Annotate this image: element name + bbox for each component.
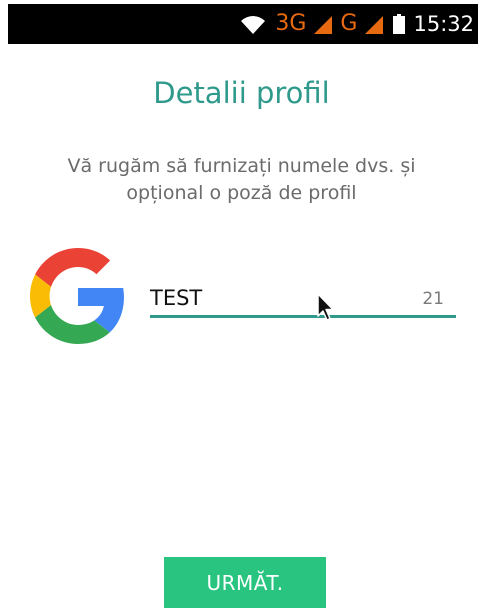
- page-title: Detalii profil: [153, 76, 330, 110]
- subtitle-line-1: Vă rugăm să furnizați numele dvs. și: [67, 155, 416, 177]
- signal-icon-2: [365, 16, 384, 34]
- next-button[interactable]: URMĂT.: [164, 557, 326, 608]
- mouse-cursor-icon: [317, 293, 334, 321]
- char-counter: 21: [422, 289, 444, 309]
- google-logo-icon[interactable]: [30, 248, 126, 344]
- status-time: 15:32: [413, 12, 474, 36]
- network-3g-label: 3G: [275, 11, 307, 36]
- wifi-icon: [241, 16, 266, 34]
- page-subtitle: Vă rugăm să furnizați numele dvs. și opț…: [35, 153, 448, 207]
- signal-icon: [314, 16, 333, 34]
- name-input[interactable]: TEST 21: [150, 278, 456, 320]
- input-underline: [150, 315, 456, 318]
- status-bar: 3G G 15:32: [8, 4, 478, 44]
- name-input-value[interactable]: TEST: [150, 286, 202, 310]
- battery-icon: [393, 14, 406, 34]
- network-g-label: G: [340, 11, 358, 36]
- subtitle-line-2: opțional o poză de profil: [126, 182, 357, 204]
- status-bar-content: 3G G 15:32: [237, 4, 474, 44]
